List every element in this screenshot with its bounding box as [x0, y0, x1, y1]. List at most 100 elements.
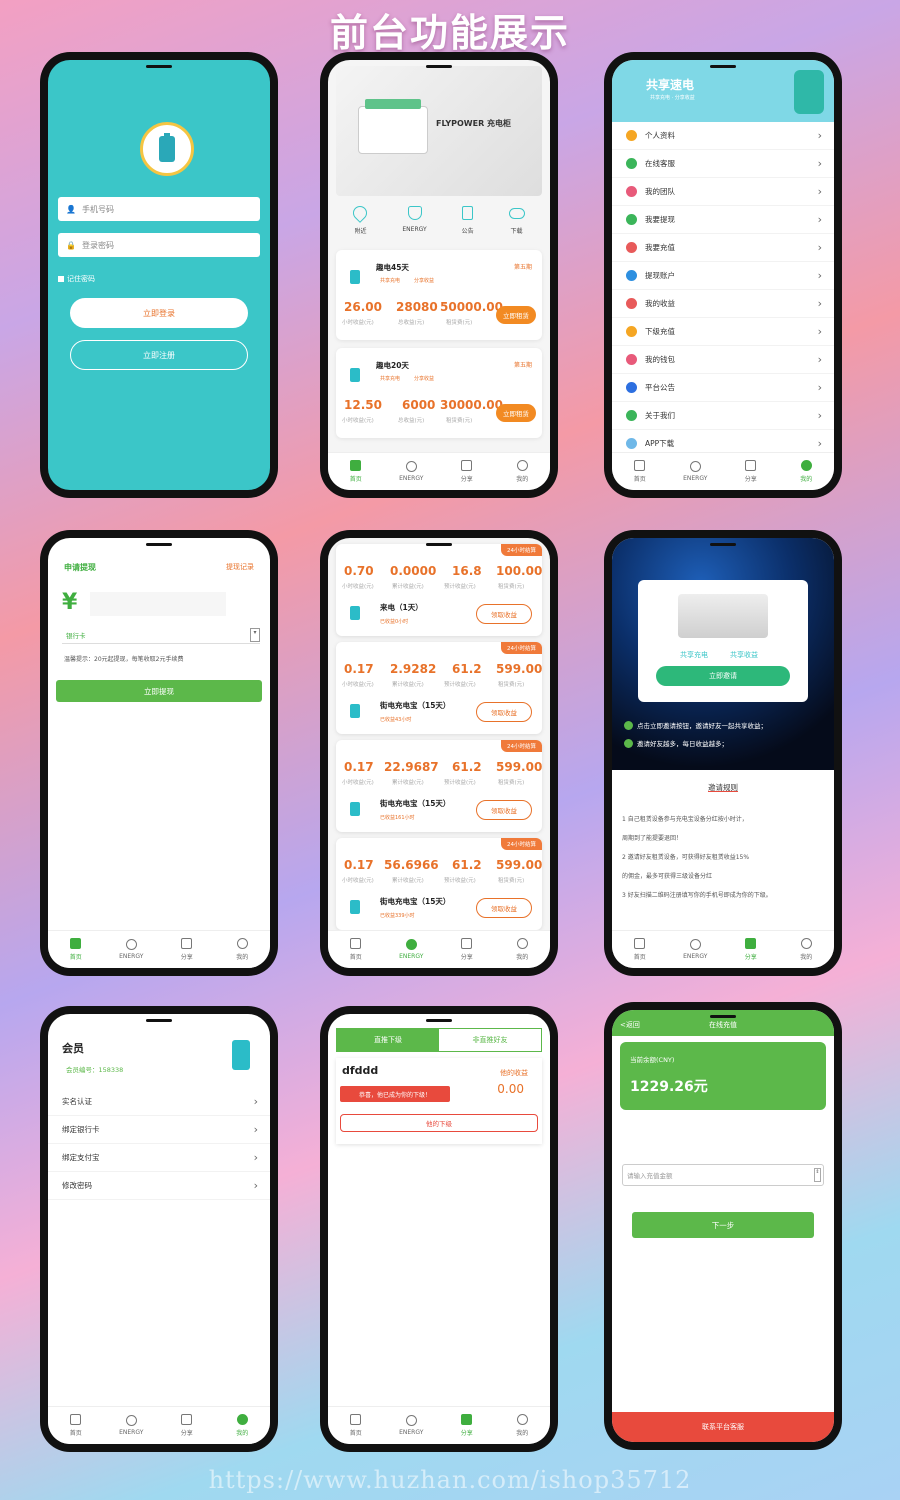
- rent-button[interactable]: 立即租赁: [496, 404, 536, 422]
- tab-bar: 首页 ENERGY 分享 我的: [612, 930, 834, 968]
- register-button[interactable]: 立即注册: [70, 340, 248, 370]
- tab-mine[interactable]: 我的: [495, 453, 551, 490]
- menu-item[interactable]: 下级充值 ›: [612, 318, 834, 346]
- tab-home[interactable]: 首页: [612, 453, 668, 490]
- amount-input[interactable]: 请输入充值金额 ⇕: [622, 1164, 824, 1186]
- tab-home[interactable]: 首页: [328, 453, 384, 490]
- nav-energy[interactable]: ENERGY: [402, 206, 427, 235]
- tab-mine[interactable]: 我的: [215, 931, 271, 968]
- tab-direct[interactable]: 直推下级: [337, 1029, 439, 1051]
- tab-home[interactable]: 首页: [328, 931, 384, 968]
- circle-icon: [405, 1415, 417, 1426]
- settle-tag: 24小时结算: [501, 838, 542, 850]
- tab-energy[interactable]: ENERGY: [384, 453, 440, 490]
- tab-bar: 首页 ENERGY 分享 我的: [328, 1406, 550, 1444]
- order-card: 24小时结算 0.17 2.9282 61.2 599.00 小时收益(元) 累…: [336, 642, 542, 734]
- nav-nearby[interactable]: 附近: [350, 203, 371, 235]
- stepper-icon: ⇕: [814, 1168, 821, 1182]
- withdraw-record-link[interactable]: 提现记录: [226, 562, 254, 572]
- battery-icon: [350, 704, 360, 718]
- menu-item[interactable]: 我要提现 ›: [612, 206, 834, 234]
- member-item[interactable]: 修改密码 ›: [48, 1172, 270, 1200]
- chevron-right-icon: ›: [817, 129, 822, 142]
- chevron-right-icon: ›: [253, 1123, 258, 1136]
- circle-icon: [405, 461, 417, 472]
- member-item[interactable]: 绑定银行卡 ›: [48, 1116, 270, 1144]
- menu-item[interactable]: 提现账户 ›: [612, 262, 834, 290]
- claim-button[interactable]: 领取收益: [476, 702, 532, 722]
- tab-energy[interactable]: ENERGY: [104, 931, 160, 968]
- claim-button[interactable]: 领取收益: [476, 800, 532, 820]
- tab-indirect[interactable]: 非直推好友: [439, 1029, 541, 1051]
- tab-mine[interactable]: 我的: [779, 453, 835, 490]
- tab-share[interactable]: 分享: [159, 931, 215, 968]
- menu-item[interactable]: 个人资料 ›: [612, 122, 834, 150]
- hourly-label: 小时收益(元): [342, 320, 374, 326]
- tab-share[interactable]: 分享: [439, 453, 495, 490]
- tab-energy[interactable]: ENERGY: [104, 1407, 160, 1444]
- menu-item[interactable]: 我要充值 ›: [612, 234, 834, 262]
- menu-item[interactable]: 我的钱包 ›: [612, 346, 834, 374]
- menu-item[interactable]: 在线客服 ›: [612, 150, 834, 178]
- member-item[interactable]: 绑定支付宝 ›: [48, 1144, 270, 1172]
- tab-mine[interactable]: 我的: [779, 931, 835, 968]
- home-icon: [70, 1414, 82, 1425]
- menu-item[interactable]: 平台公告 ›: [612, 374, 834, 402]
- claim-button[interactable]: 领取收益: [476, 898, 532, 918]
- tab-home[interactable]: 首页: [48, 931, 104, 968]
- amount-input[interactable]: [90, 592, 226, 616]
- member-title: 会员: [62, 1042, 84, 1055]
- order-name: 街电充电宝（15天）: [380, 799, 451, 808]
- tab-share[interactable]: 分享: [723, 931, 779, 968]
- tab-energy[interactable]: ENERGY: [384, 931, 440, 968]
- accumulated-label: 累计收益(元): [392, 878, 424, 884]
- rent-value: 599.00: [496, 760, 543, 774]
- invite-button[interactable]: 立即邀请: [656, 666, 790, 686]
- tab-share[interactable]: 分享: [439, 931, 495, 968]
- bank-select[interactable]: ▾: [62, 626, 260, 644]
- circle-icon: [689, 939, 701, 950]
- tab-home[interactable]: 首页: [612, 931, 668, 968]
- remember-checkbox[interactable]: 记住密码: [58, 274, 95, 284]
- contact-service-button[interactable]: 联系平台客服: [612, 1412, 834, 1442]
- tab-mine[interactable]: 我的: [495, 1407, 551, 1444]
- tab-home[interactable]: 首页: [48, 1407, 104, 1444]
- tab-share[interactable]: 分享: [723, 453, 779, 490]
- nav-notice[interactable]: 公告: [462, 206, 474, 235]
- next-button[interactable]: 下一步: [632, 1212, 814, 1238]
- tab-mine[interactable]: 我的: [215, 1407, 271, 1444]
- menu-item[interactable]: 我的团队 ›: [612, 178, 834, 206]
- password-input[interactable]: 🔒 登录密码: [58, 233, 260, 257]
- user-icon: [236, 938, 248, 949]
- menu-item[interactable]: 关于我们 ›: [612, 402, 834, 430]
- home-icon: [350, 938, 362, 949]
- nav-download[interactable]: 下载: [508, 206, 525, 235]
- home-icon: [70, 938, 82, 949]
- banner[interactable]: FLYPOWER 充电柜: [336, 66, 542, 196]
- phone-input[interactable]: 👤 手机号码: [58, 197, 260, 221]
- rent-button[interactable]: 立即租赁: [496, 306, 536, 324]
- login-button[interactable]: 立即登录: [70, 298, 248, 328]
- hourly-label: 小时收益(元): [342, 418, 374, 424]
- tab-share[interactable]: 分享: [439, 1407, 495, 1444]
- sub-members-button[interactable]: 他的下级: [340, 1114, 538, 1132]
- rent-label: 租赁费(元): [498, 682, 525, 688]
- tab-energy[interactable]: ENERGY: [668, 453, 724, 490]
- tab-home[interactable]: 首页: [328, 1407, 384, 1444]
- chevron-right-icon: ›: [817, 213, 822, 226]
- circle-icon: [689, 461, 701, 472]
- tab-energy[interactable]: ENERGY: [384, 1407, 440, 1444]
- tab-share[interactable]: 分享: [159, 1407, 215, 1444]
- tab-energy[interactable]: ENERGY: [668, 931, 724, 968]
- brand-subtitle: 共享充电 · 分享收益: [650, 95, 695, 101]
- profile-header: 共享速电 共享充电 · 分享收益: [612, 60, 834, 122]
- member-item[interactable]: 实名认证 ›: [48, 1088, 270, 1116]
- withdraw-button[interactable]: 立即提现: [56, 680, 262, 702]
- menu-item[interactable]: 我的收益 ›: [612, 290, 834, 318]
- accumulated-label: 累计收益(元): [392, 682, 424, 688]
- claim-button[interactable]: 领取收益: [476, 604, 532, 624]
- product-tag: 共享充电: [380, 278, 401, 284]
- chevron-right-icon: ›: [817, 409, 822, 422]
- battery-icon: [350, 368, 360, 382]
- tab-mine[interactable]: 我的: [495, 931, 551, 968]
